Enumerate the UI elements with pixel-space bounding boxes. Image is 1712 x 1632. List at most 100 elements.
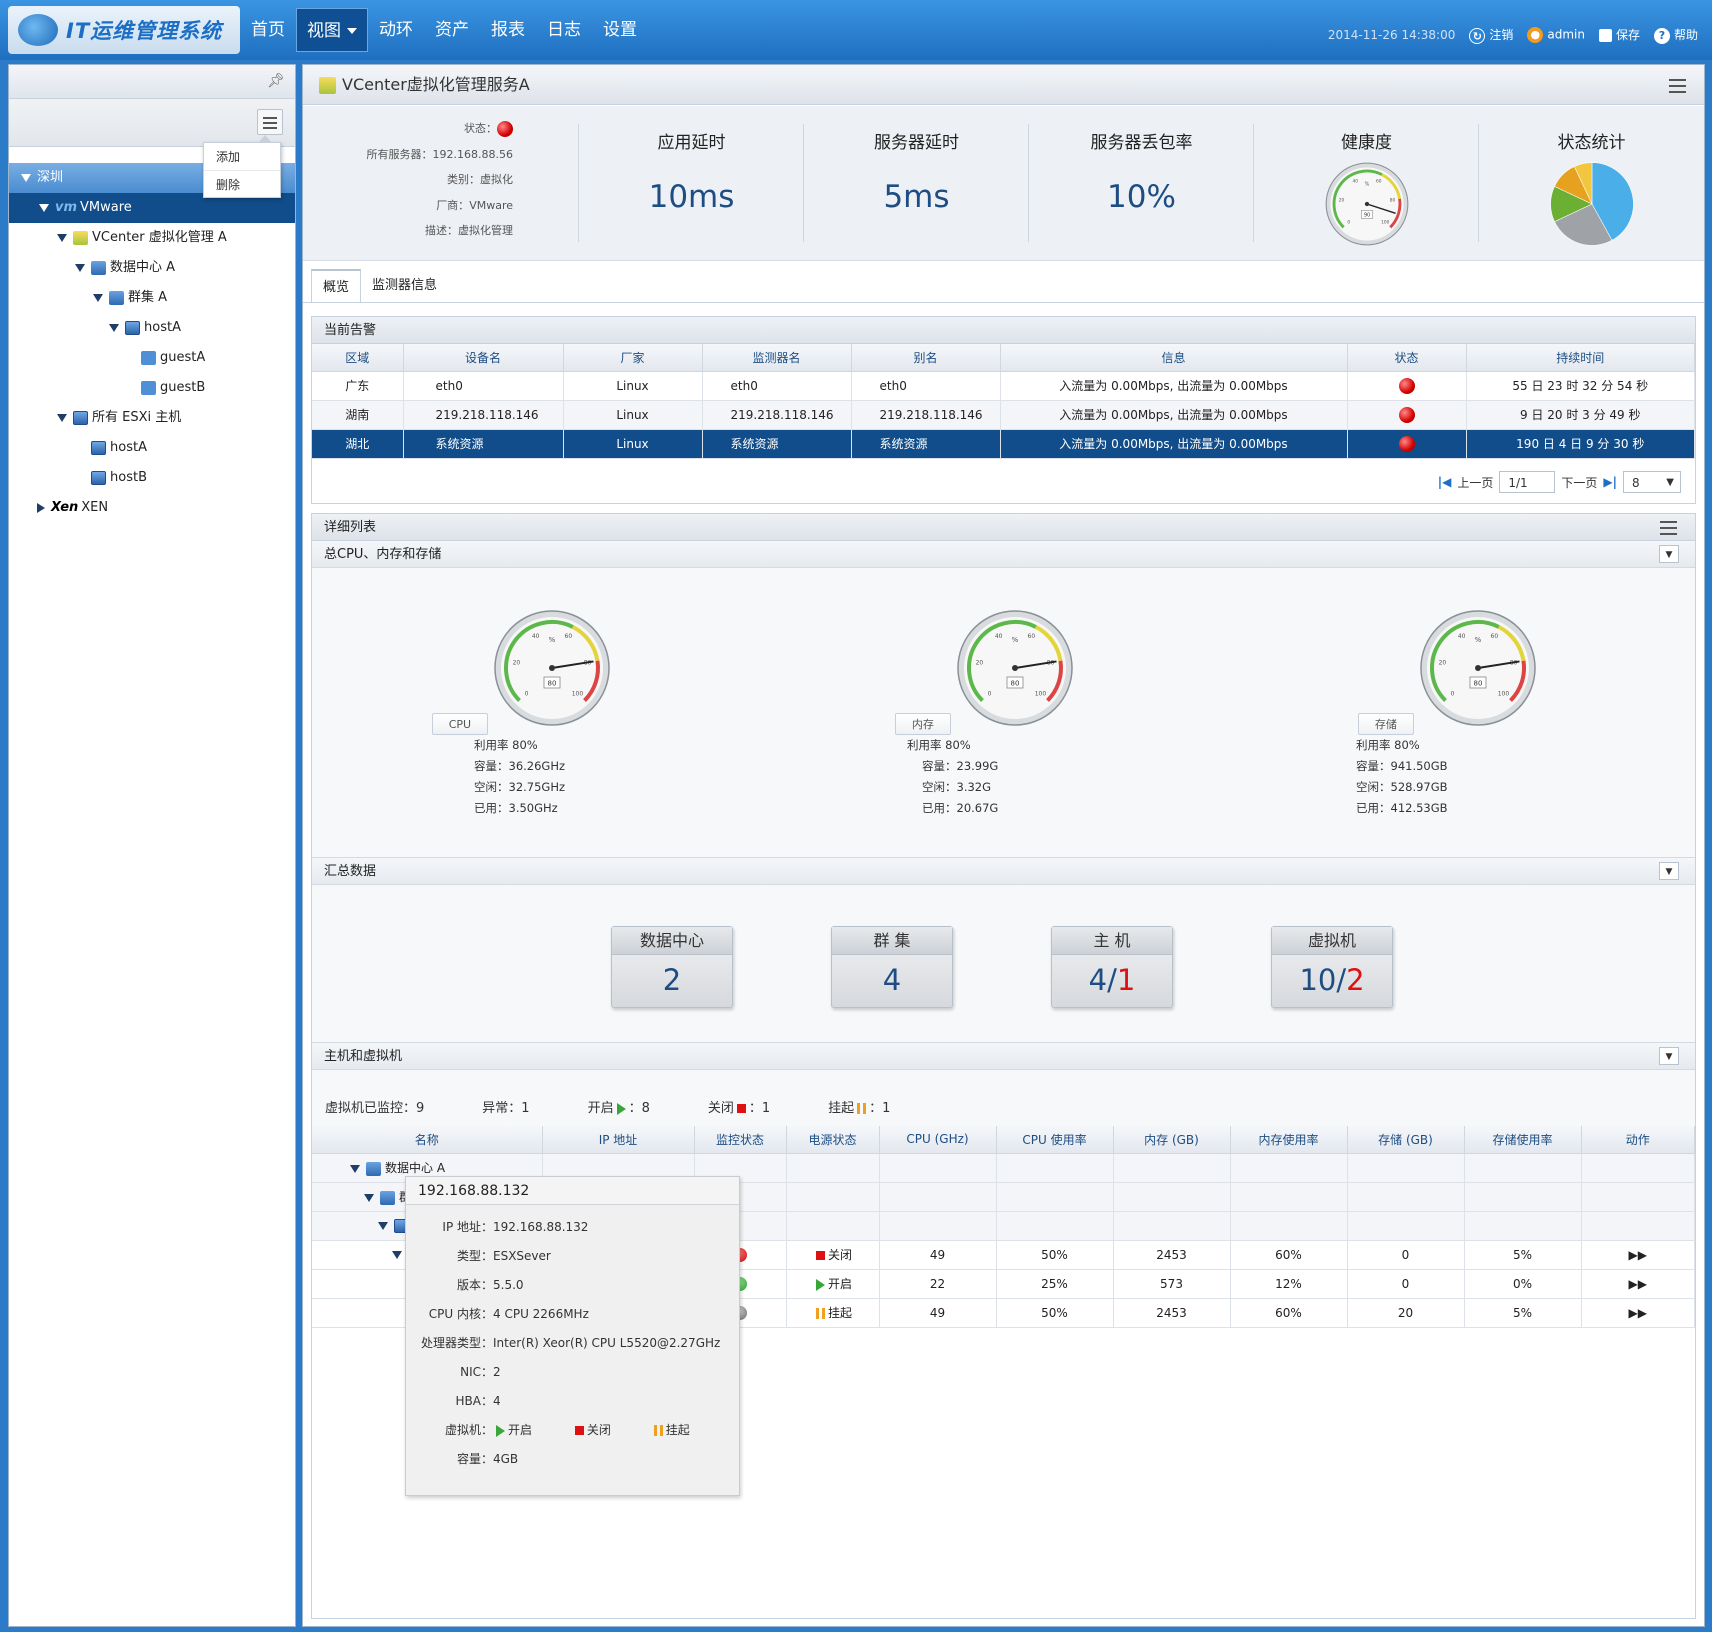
gauge-tick-label: 60 (1028, 633, 1036, 640)
expand-icon[interactable] (21, 173, 31, 182)
detail-menu-button[interactable] (1655, 517, 1681, 537)
tooltip-row: HBA： 4 (406, 1387, 739, 1416)
card-value: 10/2 (1272, 963, 1392, 997)
expand-icon[interactable] (109, 323, 119, 332)
power-label: 开启 (827, 1277, 852, 1291)
stat-label: 服务器丢包率 (1090, 133, 1193, 153)
nav-settings[interactable]: 设置 (592, 8, 648, 52)
tree-node-xen[interactable]: Xen XEN (9, 493, 295, 523)
column-header[interactable]: 动作 (1581, 1126, 1695, 1154)
tree-node-hosta[interactable]: hostA (9, 313, 295, 343)
collapse-toggle-icon[interactable]: ▼ (1659, 545, 1679, 563)
tree-node-esxi-hosta[interactable]: hostA (9, 433, 295, 463)
nav-environment[interactable]: 动环 (368, 8, 424, 52)
column-header[interactable]: CPU 使用率 (996, 1126, 1114, 1154)
expand-icon[interactable] (75, 263, 85, 272)
vcenter-icon (319, 77, 336, 94)
column-header[interactable]: 名称 (312, 1126, 543, 1154)
vendor-label: 厂商： (436, 198, 470, 212)
tab-overview[interactable]: 概览 (311, 269, 362, 302)
column-header[interactable]: IP 地址 (542, 1126, 695, 1154)
app-logo[interactable]: IT运维管理系统 (8, 6, 240, 54)
expand-icon[interactable] (57, 413, 67, 422)
column-header[interactable]: CPU (GHz) (879, 1126, 997, 1154)
prev-page-button[interactable]: 上一页 (1457, 474, 1493, 491)
summary-card-vm[interactable]: 虚拟机 10/2 (1271, 926, 1393, 1008)
column-header[interactable]: 别名 (851, 344, 1001, 372)
context-menu-delete[interactable]: 删除 (204, 171, 280, 199)
next-page-button[interactable]: 下一页 (1561, 474, 1597, 491)
summary-card-datacenter[interactable]: 数据中心 2 (611, 926, 733, 1008)
tree-node-guesta[interactable]: guestA (9, 343, 295, 373)
expand-icon[interactable] (364, 1193, 374, 1202)
tree-node-cluster[interactable]: 群集 A (9, 283, 295, 313)
nav-view[interactable]: 视图 (296, 8, 368, 52)
column-header[interactable]: 存储使用率 (1464, 1126, 1582, 1154)
cell: Linux (563, 400, 703, 430)
context-menu-add[interactable]: 添加 (204, 143, 280, 171)
save-link[interactable]: 保存 (1598, 26, 1640, 43)
expand-icon[interactable] (392, 1251, 402, 1259)
sidebar-toolbar (9, 99, 295, 147)
pin-icon[interactable]: 📌︎ (267, 73, 285, 89)
action-icon[interactable]: ▶▶ (1581, 1269, 1695, 1299)
column-header[interactable]: 内存使用率 (1230, 1126, 1348, 1154)
column-header[interactable]: 状态 (1347, 344, 1467, 372)
page-size-select[interactable]: 8 (1623, 471, 1681, 494)
collapse-icon[interactable] (37, 502, 45, 513)
expand-icon[interactable] (39, 203, 49, 212)
first-page-icon[interactable]: |◀ (1438, 475, 1452, 489)
host-icon (91, 440, 106, 455)
last-page-icon[interactable]: ▶| (1603, 475, 1617, 489)
tree-node-guestb[interactable]: guestB (9, 373, 295, 403)
tree-node-vcenter[interactable]: VCenter 虚拟化管理 A (9, 223, 295, 253)
logout-link[interactable]: ↻ 注销 (1469, 26, 1513, 44)
tab-monitor-info[interactable]: 监测器信息 (361, 269, 448, 302)
collapse-toggle-icon[interactable]: ▼ (1659, 862, 1679, 880)
table-row[interactable]: 广东 eth0 Linux eth0 eth0 入流量为 0.00Mbps, 出… (312, 371, 1695, 401)
expand-icon[interactable] (57, 233, 67, 242)
column-header[interactable]: 电源状态 (786, 1126, 880, 1154)
tree-node-esxi-hosts[interactable]: 所有 ESXi 主机 (9, 403, 295, 433)
page-input[interactable]: 1/1 (1499, 471, 1556, 493)
user-link[interactable]: ● admin (1527, 26, 1585, 43)
gauge-tick-label: 20 (513, 659, 521, 666)
column-header[interactable]: 持续时间 (1466, 344, 1695, 372)
column-header[interactable]: 监测器名 (702, 344, 852, 372)
expand-icon[interactable] (350, 1164, 360, 1173)
table-row[interactable]: 湖南 219.218.118.146 Linux 219.218.118.146… (312, 400, 1695, 430)
nav-home[interactable]: 首页 (240, 8, 296, 52)
summary-card-cluster[interactable]: 群 集 4 (831, 926, 953, 1008)
table-row-selected[interactable]: 湖北 系统资源 Linux 系统资源 系统资源 入流量为 0.00Mbps, 出… (312, 429, 1695, 459)
help-link[interactable]: ? 帮助 (1653, 26, 1698, 44)
nav-reports[interactable]: 报表 (480, 8, 536, 52)
user-icon: ● (1527, 26, 1544, 43)
action-icon[interactable]: ▶▶ (1581, 1240, 1695, 1270)
expand-icon[interactable] (93, 293, 103, 302)
nav-assets[interactable]: 资产 (424, 8, 480, 52)
action-icon[interactable]: ▶▶ (1581, 1298, 1695, 1328)
tree-node-datacenter[interactable]: 数据中心 A (9, 253, 295, 283)
summary-card-host[interactable]: 主 机 4/1 (1051, 926, 1173, 1008)
tree-node-esxi-hostb[interactable]: hostB (9, 463, 295, 493)
gauge-stats: 利用率 80% 容量：941.50GB 空闲：528.97GB 已用：412.5… (1356, 735, 1558, 819)
card-number: 4 (882, 963, 902, 997)
column-header[interactable]: 信息 (1000, 344, 1348, 372)
column-header[interactable]: 设备名 (403, 344, 564, 372)
column-header[interactable]: 监控状态 (694, 1126, 787, 1154)
alarm-table: 区域 设备名 厂家 监测器名 别名 信息 状态 持续时间 广东 eth0 Lin… (312, 344, 1695, 459)
alarm-table-header: 区域 设备名 厂家 监测器名 别名 信息 状态 持续时间 (312, 344, 1695, 372)
cell (1347, 400, 1467, 430)
expand-icon[interactable] (378, 1221, 388, 1230)
column-header[interactable]: 存储 (GB) (1347, 1126, 1465, 1154)
tooltip-value: Inter(R) Xeor(R) CPU L5520@2.27GHz (493, 1336, 721, 1350)
panel-menu-button[interactable] (1664, 72, 1690, 98)
card-number: 4/ (1088, 963, 1117, 997)
column-header[interactable]: 内存 (GB) (1113, 1126, 1231, 1154)
column-header[interactable]: 厂家 (563, 344, 703, 372)
gauge-tick-label: 20 (976, 659, 984, 666)
collapse-toggle-icon[interactable]: ▼ (1659, 1047, 1679, 1065)
nav-logs[interactable]: 日志 (536, 8, 592, 52)
column-header[interactable]: 区域 (312, 344, 404, 372)
sidebar-menu-button[interactable] (257, 109, 283, 135)
